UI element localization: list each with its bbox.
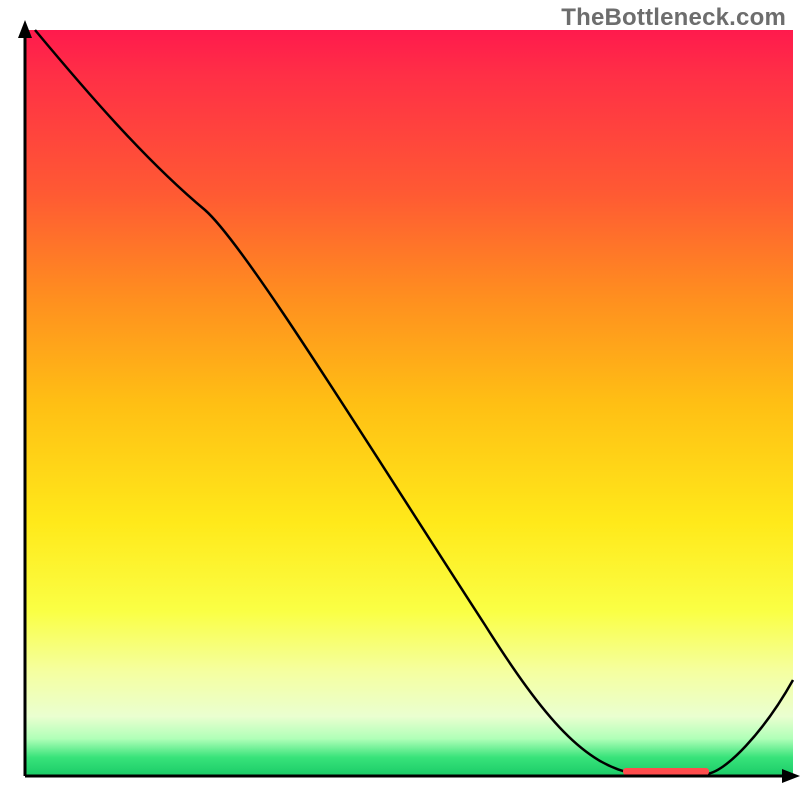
x-axis-arrow [782,769,800,783]
chart-container: TheBottleneck.com [0,0,800,800]
axes-layer [0,0,800,800]
y-axis-arrow [18,20,32,38]
